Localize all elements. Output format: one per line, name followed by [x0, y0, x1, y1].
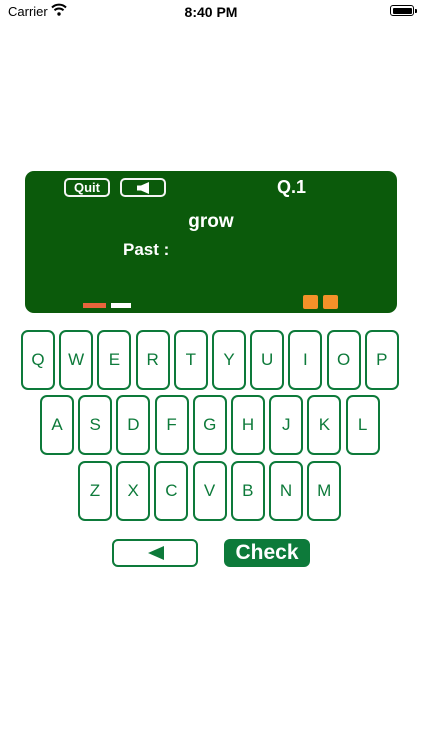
key-z[interactable]: Z	[78, 461, 112, 521]
key-u[interactable]: U	[250, 330, 285, 390]
key-k[interactable]: K	[307, 395, 342, 455]
status-time: 8:40 PM	[184, 4, 238, 20]
key-p[interactable]: P	[364, 330, 399, 390]
triangle-left-icon	[148, 546, 164, 560]
key-n[interactable]: N	[269, 461, 303, 521]
key-g[interactable]: G	[192, 395, 227, 455]
key-h[interactable]: H	[231, 395, 265, 455]
prompt-label: Past :	[123, 240, 170, 259]
key-d[interactable]: D	[116, 395, 151, 455]
key-b[interactable]: B	[230, 461, 265, 521]
key-r[interactable]: R	[135, 330, 170, 390]
backspace-button[interactable]	[112, 539, 198, 567]
speaker-icon	[137, 182, 149, 194]
key-i[interactable]: I	[288, 330, 323, 390]
prompt-word: grow	[188, 211, 234, 232]
key-m[interactable]: M	[307, 461, 342, 521]
question-board: Quit Q.1 grow Past :	[25, 171, 397, 313]
key-t[interactable]: T	[173, 330, 208, 390]
progress-bar-remaining	[111, 303, 131, 308]
key-y[interactable]: Y	[212, 330, 246, 390]
question-number: Q.1	[277, 177, 307, 197]
key-a[interactable]: A	[40, 395, 74, 455]
key-q[interactable]: Q	[21, 330, 55, 390]
key-e[interactable]: E	[97, 330, 132, 390]
progress-bar-current	[83, 303, 106, 308]
key-v[interactable]: V	[192, 461, 227, 521]
key-o[interactable]: O	[326, 330, 361, 390]
sound-button[interactable]	[120, 178, 166, 197]
status-bar: Carrier 8:40 PM	[0, 0, 422, 24]
score-mark	[303, 295, 318, 309]
check-button[interactable]: Check	[224, 539, 310, 567]
key-l[interactable]: L	[345, 395, 380, 455]
key-f[interactable]: F	[154, 395, 189, 455]
key-c[interactable]: C	[154, 461, 189, 521]
score-mark	[323, 295, 338, 309]
quit-button[interactable]: Quit	[64, 178, 110, 197]
key-x[interactable]: X	[116, 461, 151, 521]
key-j[interactable]: J	[269, 395, 304, 455]
key-s[interactable]: S	[78, 395, 113, 455]
battery-icon	[390, 5, 417, 16]
key-w[interactable]: W	[59, 330, 94, 390]
